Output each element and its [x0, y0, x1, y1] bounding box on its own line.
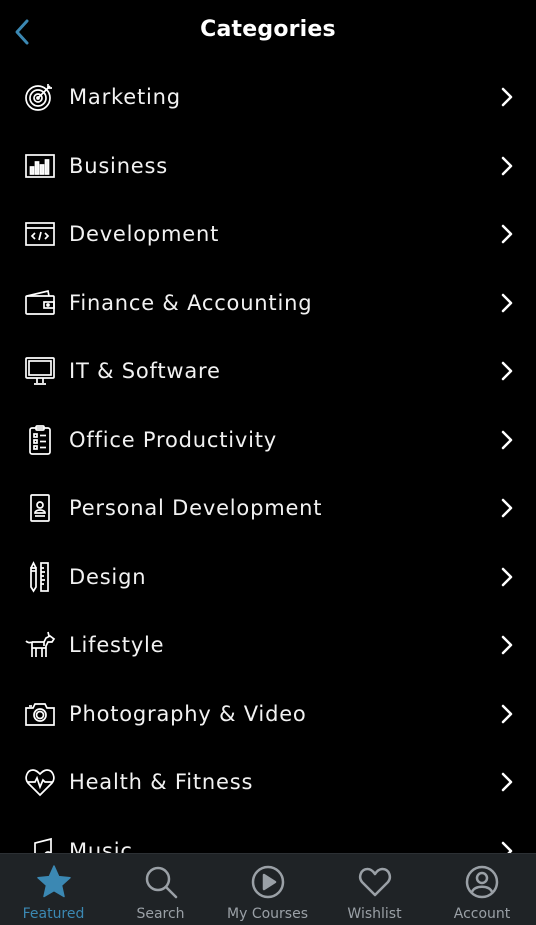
- user-circle-icon: [464, 864, 500, 900]
- clipboard-list-icon: [24, 424, 56, 456]
- tab-label: My Courses: [227, 906, 308, 922]
- category-label: Marketing: [69, 85, 181, 110]
- page-title: Categories: [200, 17, 336, 42]
- chevron-right-icon: [499, 840, 515, 853]
- tab-label: Account: [453, 906, 511, 922]
- category-row-design[interactable]: Design: [0, 543, 536, 612]
- category-label: Health & Fitness: [69, 770, 254, 795]
- camera-icon: [24, 698, 56, 730]
- tab-featured[interactable]: Featured: [0, 854, 107, 925]
- tab-account[interactable]: Account: [428, 854, 536, 925]
- tab-my-courses[interactable]: My Courses: [214, 854, 321, 925]
- music-note-icon: [24, 835, 56, 853]
- category-list: Marketing Business Development Finance &…: [0, 63, 536, 853]
- category-label: Business: [69, 153, 169, 178]
- star-icon: [36, 864, 72, 900]
- category-label: Design: [69, 564, 147, 589]
- id-badge-icon: [24, 492, 56, 524]
- chevron-right-icon: [499, 429, 515, 451]
- category-label: Photography & Video: [69, 701, 307, 726]
- category-row-photography[interactable]: Photography & Video: [0, 680, 536, 749]
- search-icon: [143, 864, 179, 900]
- monitor-icon: [24, 355, 56, 387]
- pencil-ruler-icon: [24, 560, 56, 593]
- chevron-right-icon: [499, 566, 515, 588]
- category-row-music[interactable]: Music: [0, 817, 536, 853]
- category-label: Finance & Accounting: [69, 290, 313, 315]
- play-circle-icon: [250, 864, 286, 900]
- category-label: Personal Development: [69, 496, 323, 521]
- heartbeat-icon: [24, 766, 56, 798]
- chevron-right-icon: [499, 360, 515, 382]
- chevron-right-icon: [499, 292, 515, 314]
- category-label: Development: [69, 222, 220, 247]
- category-row-development[interactable]: Development: [0, 200, 536, 269]
- tab-label: Wishlist: [347, 906, 402, 922]
- chevron-right-icon: [499, 86, 515, 108]
- wallet-icon: [24, 287, 56, 319]
- category-row-marketing[interactable]: Marketing: [0, 63, 536, 132]
- category-label: IT & Software: [69, 359, 221, 384]
- category-row-finance[interactable]: Finance & Accounting: [0, 269, 536, 338]
- category-row-it-software[interactable]: IT & Software: [0, 337, 536, 406]
- chevron-right-icon: [499, 771, 515, 793]
- chevron-right-icon: [499, 223, 515, 245]
- chevron-right-icon: [499, 634, 515, 656]
- category-row-personal-development[interactable]: Personal Development: [0, 474, 536, 543]
- bar-chart-icon: [24, 150, 56, 182]
- tab-label: Featured: [22, 906, 85, 922]
- category-label: Office Productivity: [69, 427, 277, 452]
- category-row-business[interactable]: Business: [0, 132, 536, 201]
- dog-icon: [24, 629, 56, 661]
- target-icon: [24, 81, 56, 113]
- chevron-right-icon: [499, 703, 515, 725]
- tab-label: Search: [136, 906, 185, 922]
- chevron-right-icon: [499, 497, 515, 519]
- bottom-tab-bar: Featured Search My Courses Wishlist Acco…: [0, 853, 536, 925]
- category-row-lifestyle[interactable]: Lifestyle: [0, 611, 536, 680]
- tab-search[interactable]: Search: [107, 854, 214, 925]
- category-row-health-fitness[interactable]: Health & Fitness: [0, 748, 536, 817]
- category-label: Music: [69, 838, 133, 853]
- category-label: Lifestyle: [69, 633, 165, 658]
- category-row-office-productivity[interactable]: Office Productivity: [0, 406, 536, 475]
- tab-wishlist[interactable]: Wishlist: [321, 854, 428, 925]
- chevron-right-icon: [499, 155, 515, 177]
- code-window-icon: [24, 218, 56, 250]
- top-bar: Categories: [0, 0, 536, 64]
- heart-icon: [357, 864, 393, 900]
